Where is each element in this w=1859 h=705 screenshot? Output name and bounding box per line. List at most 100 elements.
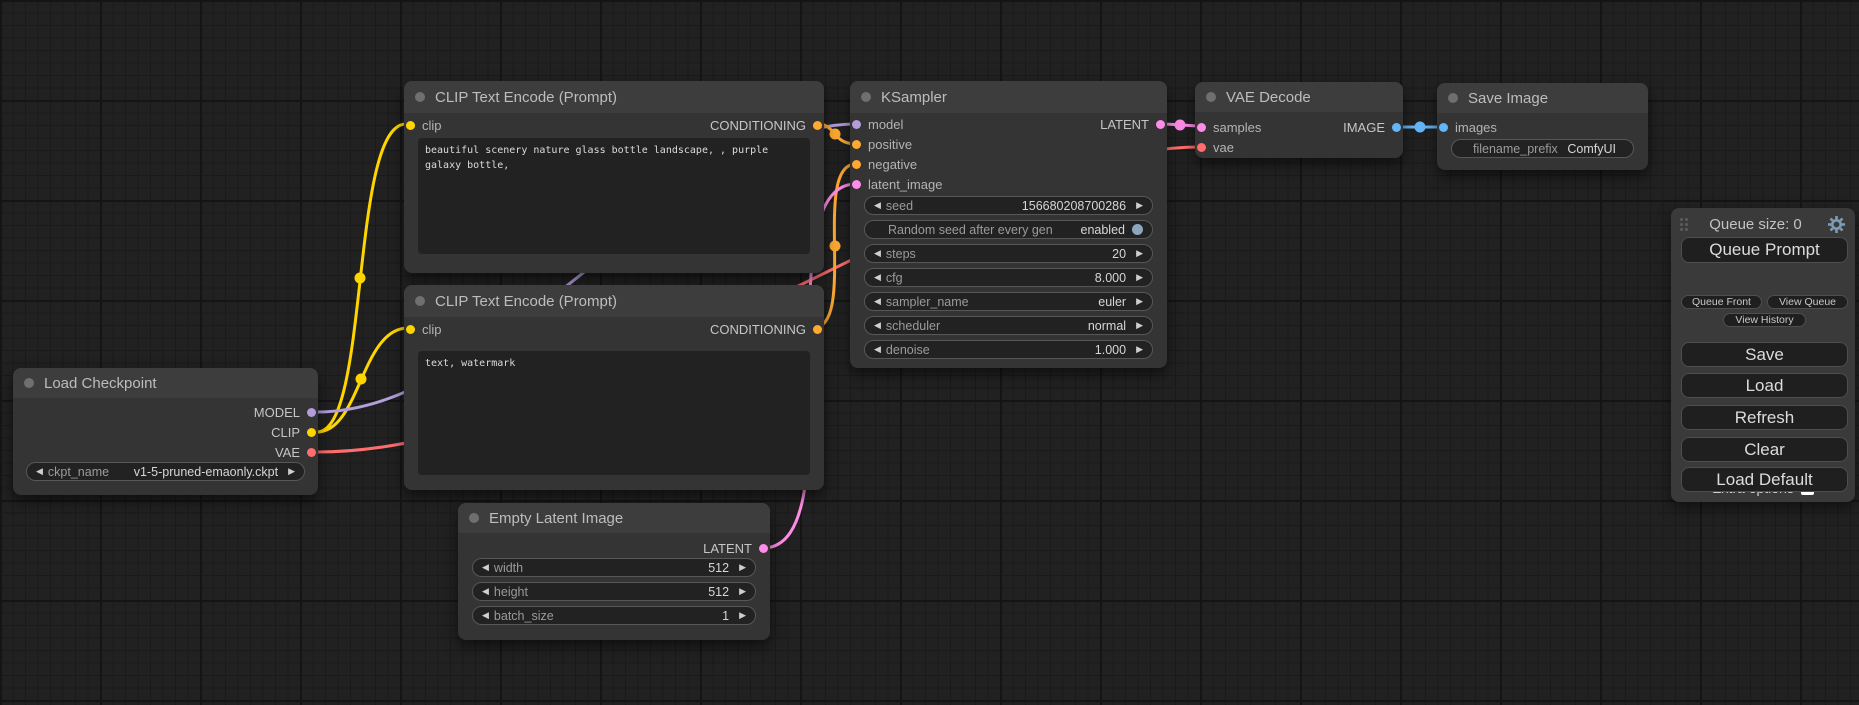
link-midpoint-dot[interactable] [356, 374, 367, 385]
link-midpoint-dot[interactable] [1415, 122, 1426, 133]
toggle-on-icon[interactable] [1132, 224, 1143, 235]
increment-arrow-icon[interactable]: ▶ [1136, 249, 1143, 258]
load-default-button[interactable]: Load Default [1681, 467, 1848, 492]
ckpt-name-widget[interactable]: ◀ ckpt_name v1-5-pruned-emaonly.ckpt ▶ [26, 462, 305, 481]
input-slot-vae[interactable]: vae [1197, 137, 1234, 157]
node-title-bar[interactable]: VAE Decode [1195, 82, 1403, 112]
input-slot-model[interactable]: model [852, 114, 903, 134]
increment-arrow-icon[interactable]: ▶ [1136, 345, 1143, 354]
height-widget[interactable]: ◀ height 512 ▶ [472, 582, 756, 601]
seed-widget[interactable]: ◀ seed 156680208700286 ▶ [864, 196, 1153, 215]
decrement-arrow-icon[interactable]: ◀ [874, 297, 881, 306]
input-slot-clip[interactable]: clip [406, 115, 442, 135]
positive-prompt-textarea[interactable]: beautiful scenery nature glass bottle la… [418, 138, 810, 254]
drag-handle-icon[interactable] [1680, 218, 1688, 231]
input-slot-samples[interactable]: samples [1197, 117, 1261, 137]
node-title-bar[interactable]: Load Checkpoint [13, 368, 318, 398]
image-input-dot[interactable] [1439, 123, 1448, 132]
batch-size-widget[interactable]: ◀ batch_size 1 ▶ [472, 606, 756, 625]
output-slot-clip[interactable]: CLIP [271, 422, 316, 442]
cfg-widget[interactable]: ◀ cfg 8.000 ▶ [864, 268, 1153, 287]
increment-arrow-icon[interactable]: ▶ [1136, 297, 1143, 306]
model-input-dot[interactable] [852, 120, 861, 129]
collapse-dot-icon[interactable] [861, 92, 871, 102]
filename-prefix-widget[interactable]: filename_prefix ComfyUI [1451, 139, 1634, 158]
collapse-dot-icon[interactable] [415, 92, 425, 102]
output-slot-conditioning[interactable]: CONDITIONING [710, 319, 822, 339]
node-ksampler[interactable]: KSampler LATENT model positive negative … [850, 81, 1167, 368]
scheduler-widget[interactable]: ◀ scheduler normal ▶ [864, 316, 1153, 335]
vae-input-dot[interactable] [1197, 143, 1206, 152]
latent-output-dot[interactable] [759, 544, 768, 553]
output-slot-latent[interactable]: LATENT [703, 538, 768, 558]
clip-input-dot[interactable] [406, 325, 415, 334]
steps-widget[interactable]: ◀ steps 20 ▶ [864, 244, 1153, 263]
decrement-arrow-icon[interactable]: ◀ [874, 201, 881, 210]
input-slot-latent-image[interactable]: latent_image [852, 174, 942, 194]
decrement-arrow-icon[interactable]: ◀ [482, 563, 489, 572]
output-slot-conditioning[interactable]: CONDITIONING [710, 115, 822, 135]
decrement-arrow-icon[interactable]: ◀ [874, 249, 881, 258]
clear-button[interactable]: Clear [1681, 437, 1848, 462]
input-slot-positive[interactable]: positive [852, 134, 912, 154]
increment-arrow-icon[interactable]: ▶ [1136, 273, 1143, 282]
collapse-dot-icon[interactable] [469, 513, 479, 523]
negative-prompt-textarea[interactable]: text, watermark [418, 351, 810, 475]
increment-arrow-icon[interactable]: ▶ [288, 467, 295, 476]
conditioning-input-dot[interactable] [852, 140, 861, 149]
link-midpoint-dot[interactable] [830, 241, 841, 252]
output-slot-vae[interactable]: VAE [275, 442, 316, 462]
node-vae-decode[interactable]: VAE Decode samples vae IMAGE [1195, 82, 1403, 158]
output-slot-latent[interactable]: LATENT [1100, 114, 1165, 134]
node-title-bar[interactable]: CLIP Text Encode (Prompt) [404, 285, 824, 317]
sampler-name-widget[interactable]: ◀ sampler_name euler ▶ [864, 292, 1153, 311]
decrement-arrow-icon[interactable]: ◀ [874, 321, 881, 330]
node-load-checkpoint[interactable]: Load Checkpoint MODEL CLIP VAE ◀ ckpt_na… [13, 368, 318, 495]
image-output-dot[interactable] [1392, 123, 1401, 132]
node-save-image[interactable]: Save Image images filename_prefix ComfyU… [1437, 83, 1648, 170]
view-history-button[interactable]: View History [1723, 313, 1806, 327]
random-seed-toggle-widget[interactable]: Random seed after every gen enabled [864, 220, 1153, 239]
increment-arrow-icon[interactable]: ▶ [739, 611, 746, 620]
latent-input-dot[interactable] [852, 180, 861, 189]
queue-prompt-button[interactable]: Queue Prompt [1681, 237, 1848, 263]
decrement-arrow-icon[interactable]: ◀ [482, 587, 489, 596]
refresh-button[interactable]: Refresh [1681, 405, 1848, 430]
decrement-arrow-icon[interactable]: ◀ [482, 611, 489, 620]
model-output-dot[interactable] [307, 408, 316, 417]
latent-output-dot[interactable] [1156, 120, 1165, 129]
clip-output-dot[interactable] [307, 428, 316, 437]
collapse-dot-icon[interactable] [24, 378, 34, 388]
conditioning-output-dot[interactable] [813, 325, 822, 334]
collapse-dot-icon[interactable] [1206, 92, 1216, 102]
decrement-arrow-icon[interactable]: ◀ [874, 273, 881, 282]
output-slot-image[interactable]: IMAGE [1343, 117, 1401, 137]
node-graph-canvas[interactable]: Load Checkpoint MODEL CLIP VAE ◀ ckpt_na… [0, 0, 1859, 705]
vae-output-dot[interactable] [307, 448, 316, 457]
link-midpoint-dot[interactable] [355, 273, 366, 284]
view-queue-button[interactable]: View Queue [1767, 295, 1848, 309]
increment-arrow-icon[interactable]: ▶ [739, 563, 746, 572]
conditioning-input-dot[interactable] [852, 160, 861, 169]
latent-input-dot[interactable] [1197, 123, 1206, 132]
node-title-bar[interactable]: CLIP Text Encode (Prompt) [404, 81, 824, 113]
node-clip-text-encode-negative[interactable]: CLIP Text Encode (Prompt) clip CONDITION… [404, 285, 824, 490]
save-button[interactable]: Save [1681, 342, 1848, 367]
node-clip-text-encode-positive[interactable]: CLIP Text Encode (Prompt) clip CONDITION… [404, 81, 824, 273]
width-widget[interactable]: ◀ width 512 ▶ [472, 558, 756, 577]
link-midpoint-dot[interactable] [1175, 120, 1186, 131]
gear-icon[interactable] [1827, 215, 1846, 234]
node-empty-latent-image[interactable]: Empty Latent Image LATENT ◀ width 512 ▶ … [458, 503, 770, 640]
increment-arrow-icon[interactable]: ▶ [1136, 201, 1143, 210]
increment-arrow-icon[interactable]: ▶ [739, 587, 746, 596]
collapse-dot-icon[interactable] [1448, 93, 1458, 103]
input-slot-images[interactable]: images [1439, 117, 1497, 137]
node-title-bar[interactable]: KSampler [850, 81, 1167, 113]
clip-input-dot[interactable] [406, 121, 415, 130]
collapse-dot-icon[interactable] [415, 296, 425, 306]
decrement-arrow-icon[interactable]: ◀ [36, 467, 43, 476]
denoise-widget[interactable]: ◀ denoise 1.000 ▶ [864, 340, 1153, 359]
link-midpoint-dot[interactable] [830, 129, 841, 140]
decrement-arrow-icon[interactable]: ◀ [874, 345, 881, 354]
increment-arrow-icon[interactable]: ▶ [1136, 321, 1143, 330]
